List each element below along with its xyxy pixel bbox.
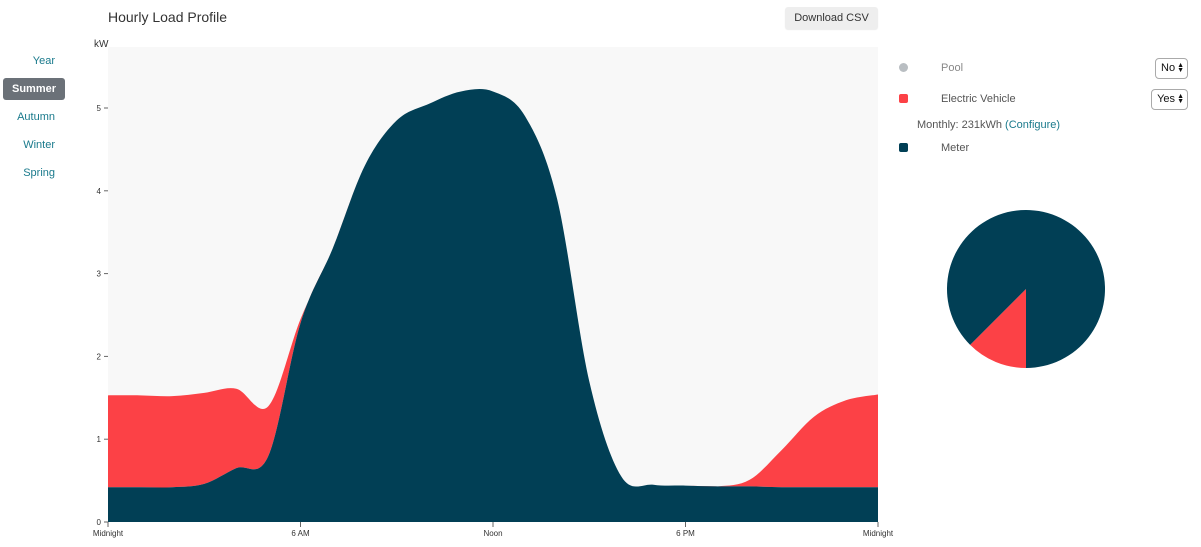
y-tick-label: 3 xyxy=(97,270,102,279)
meter-swatch-icon xyxy=(899,143,908,152)
y-tick-label: 5 xyxy=(97,104,102,113)
ev-swatch-icon xyxy=(899,94,908,103)
pool-select-value: No xyxy=(1161,62,1176,74)
select-arrows-icon: ▲ ▼ xyxy=(1177,93,1184,106)
legend-label-pool: Pool xyxy=(941,62,964,74)
y-tick-label: 2 xyxy=(97,352,102,361)
y-tick-label: 4 xyxy=(97,187,102,196)
legend-item-ev: Electric Vehicle Yes ▲ ▼ xyxy=(896,87,1196,111)
ev-monthly-info: Monthly: 231kWh (Configure) xyxy=(917,119,1060,131)
legend: Pool No ▲ ▼ Electric Vehicle Yes ▲ ▼ Monthly… xyxy=(896,56,1196,154)
y-tick-label: 0 xyxy=(97,518,102,527)
x-tick-label: 6 PM xyxy=(676,529,695,538)
ev-select-value: Yes xyxy=(1157,93,1176,105)
x-tick-label: Midnight xyxy=(863,529,894,538)
ev-select[interactable]: Yes ▲ ▼ xyxy=(1151,89,1188,110)
legend-label-ev: Electric Vehicle xyxy=(941,93,1016,105)
ev-monthly-text: Monthly: 231kWh xyxy=(917,119,1002,131)
x-tick-label: 6 AM xyxy=(291,529,310,538)
pool-swatch-icon xyxy=(899,63,908,72)
select-arrows-icon: ▲ ▼ xyxy=(1177,62,1184,75)
legend-item-pool: Pool No ▲ ▼ xyxy=(896,56,1196,80)
configure-link[interactable]: (Configure) xyxy=(1005,119,1060,131)
y-tick-label: 1 xyxy=(97,435,102,444)
x-tick-label: Midnight xyxy=(93,529,124,538)
y-axis-label: kW xyxy=(94,39,109,50)
legend-label-meter: Meter xyxy=(941,142,970,154)
legend-item-meter: Meter xyxy=(896,136,1196,160)
pool-select[interactable]: No ▲ ▼ xyxy=(1155,58,1188,79)
pie-slice-meter xyxy=(946,210,1106,368)
x-tick-label: Noon xyxy=(483,529,502,538)
